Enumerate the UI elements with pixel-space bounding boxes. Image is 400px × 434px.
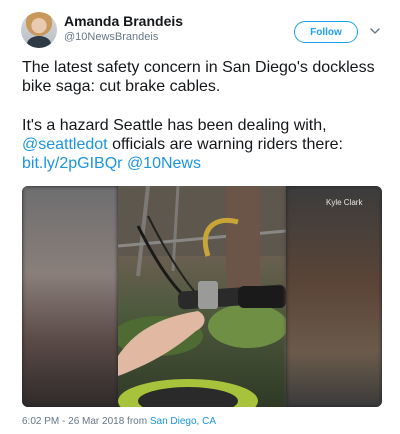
tweet-line-1: The latest safety concern in San Diego's…: [22, 59, 375, 95]
mention-10news[interactable]: @10News: [127, 155, 201, 172]
media-blur-right: [286, 186, 382, 407]
author-screen-name[interactable]: @10NewsBrandeis: [64, 31, 158, 43]
tweet-media[interactable]: [22, 186, 382, 407]
author-display-name[interactable]: Amanda Brandeis: [64, 13, 183, 29]
follow-button[interactable]: Follow: [294, 21, 358, 43]
media-blur-left: [22, 186, 118, 407]
avatar[interactable]: [21, 12, 57, 48]
tweet-line-2: It's a hazard Seattle has been dealing w…: [22, 116, 382, 173]
tweet-card: Amanda Brandeis @10NewsBrandeis Follow T…: [0, 0, 400, 434]
short-link[interactable]: bit.ly/2pGIBQr: [22, 155, 122, 172]
tweet-line-2-text: It's a hazard Seattle has been dealing w…: [22, 117, 327, 134]
tweet-line-2-text-b: officials are warning riders there:: [107, 136, 343, 153]
chevron-down-icon[interactable]: [369, 25, 381, 37]
mention-seattledot[interactable]: @seattledot: [22, 136, 108, 153]
bike-handlebar-photo: [118, 186, 286, 407]
timestamp-text: 6:02 PM - 26 Mar 2018 from: [22, 416, 150, 427]
location-link[interactable]: San Diego, CA: [150, 416, 216, 427]
avatar-shoulders: [27, 36, 51, 48]
media-watermark: Kyle Clark: [326, 198, 363, 207]
tweet-text: The latest safety concern in San Diego's…: [22, 58, 382, 173]
tweet-timestamp: 6:02 PM - 26 Mar 2018 from San Diego, CA: [22, 416, 216, 427]
